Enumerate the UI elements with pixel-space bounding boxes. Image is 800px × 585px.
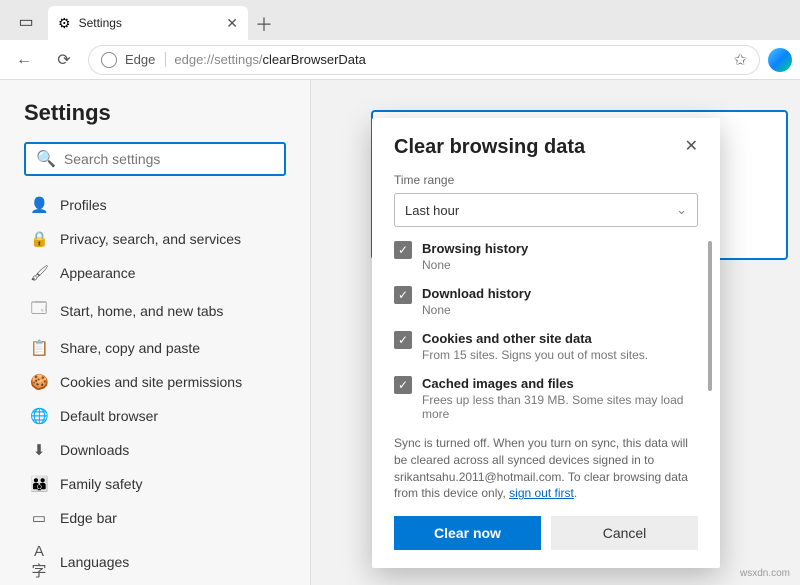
checkbox[interactable]: ✓ bbox=[394, 331, 412, 349]
tab-actions-icon[interactable]: ▭ bbox=[8, 4, 44, 40]
sidebar-item-6[interactable]: 🌐 Default browser bbox=[24, 399, 286, 433]
sidebar-item-2[interactable]: 🖌 Appearance bbox=[24, 256, 286, 290]
sidebar-item-label: Share, copy and paste bbox=[60, 340, 200, 356]
sidebar-item-icon: A字 bbox=[30, 543, 48, 581]
sidebar-item-label: Languages bbox=[60, 554, 129, 570]
cancel-button[interactable]: Cancel bbox=[551, 516, 698, 550]
option-title: Browsing history bbox=[422, 241, 528, 256]
search-input[interactable] bbox=[64, 151, 274, 167]
sidebar-item-label: Downloads bbox=[60, 442, 129, 458]
checkbox[interactable]: ✓ bbox=[394, 241, 412, 259]
tab-title: Settings bbox=[79, 16, 219, 30]
sidebar-item-10[interactable]: A字 Languages bbox=[24, 535, 286, 585]
sidebar-item-label: Privacy, search, and services bbox=[60, 231, 241, 247]
clear-now-button[interactable]: Clear now bbox=[394, 516, 541, 550]
sidebar-item-1[interactable]: 🔒 Privacy, search, and services bbox=[24, 222, 286, 256]
browser-tab[interactable]: ⚙ Settings ✕ bbox=[48, 6, 248, 40]
browser-toolbar: ← ⟳ Edge edge://settings/clearBrowserDat… bbox=[0, 40, 800, 80]
sign-out-link[interactable]: sign out first bbox=[509, 486, 574, 500]
content-area: Settings 🔍 👤 Profiles 🔒 Privacy, search, an… bbox=[0, 80, 800, 585]
sidebar-item-3[interactable]: 🗔 Start, home, and new tabs bbox=[24, 290, 286, 331]
page-title: Settings bbox=[24, 100, 286, 126]
option-subtitle: Frees up less than 319 MB. Some sites ma… bbox=[422, 393, 698, 421]
sidebar-item-7[interactable]: ⬇ Downloads bbox=[24, 433, 286, 467]
option-subtitle: None bbox=[422, 258, 528, 272]
settings-nav: 👤 Profiles 🔒 Privacy, search, and services 🖌… bbox=[24, 188, 286, 585]
sidebar-item-label: Family safety bbox=[60, 476, 142, 492]
sidebar-item-icon: 👪 bbox=[30, 475, 48, 493]
sidebar-item-icon: ▭ bbox=[30, 509, 48, 527]
checkbox[interactable]: ✓ bbox=[394, 286, 412, 304]
sidebar-item-label: Default browser bbox=[60, 408, 158, 424]
option-title: Cached images and files bbox=[422, 376, 698, 391]
settings-sidebar: Settings 🔍 👤 Profiles 🔒 Privacy, search, an… bbox=[0, 80, 310, 585]
sync-note: Sync is turned off. When you turn on syn… bbox=[394, 435, 698, 502]
option-subtitle: From 15 sites. Signs you out of most sit… bbox=[422, 348, 648, 362]
sidebar-item-icon: 🖌 bbox=[30, 264, 48, 282]
dialog-layer: Clear browsing data ✕ Time range Last ho… bbox=[311, 80, 800, 585]
option-title: Download history bbox=[422, 286, 531, 301]
back-button[interactable]: ← bbox=[8, 44, 40, 76]
data-type-list: ✓ Browsing history None ✓ Download history No… bbox=[394, 241, 698, 421]
data-type-row: ✓ Cached images and files Frees up less th… bbox=[394, 376, 698, 421]
gear-icon: ⚙ bbox=[58, 15, 71, 32]
data-type-row: ✓ Download history None bbox=[394, 286, 698, 317]
profile-avatar[interactable] bbox=[768, 48, 792, 72]
close-dialog-icon[interactable]: ✕ bbox=[685, 136, 698, 156]
sidebar-item-4[interactable]: 📋 Share, copy and paste bbox=[24, 331, 286, 365]
settings-main: Clear browsing data ✕ Time range Last ho… bbox=[310, 80, 800, 585]
option-title: Cookies and other site data bbox=[422, 331, 648, 346]
watermark: wsxdn.com bbox=[740, 568, 790, 579]
sidebar-item-label: Profiles bbox=[60, 197, 107, 213]
sidebar-item-9[interactable]: ▭ Edge bar bbox=[24, 501, 286, 535]
clear-browsing-data-dialog: Clear browsing data ✕ Time range Last ho… bbox=[372, 118, 720, 568]
dialog-title: Clear browsing data bbox=[394, 136, 585, 159]
edge-logo-icon bbox=[101, 52, 117, 68]
sidebar-item-icon: 🔒 bbox=[30, 230, 48, 248]
time-range-label: Time range bbox=[394, 173, 698, 187]
edge-label: Edge bbox=[125, 52, 166, 67]
sidebar-item-label: Cookies and site permissions bbox=[60, 374, 242, 390]
sidebar-item-0[interactable]: 👤 Profiles bbox=[24, 188, 286, 222]
sidebar-item-icon: 🌐 bbox=[30, 407, 48, 425]
sidebar-item-icon: 🗔 bbox=[30, 298, 48, 323]
option-subtitle: None bbox=[422, 303, 531, 317]
favorite-icon[interactable]: ✩ bbox=[734, 50, 747, 70]
sidebar-item-icon: 🍪 bbox=[30, 373, 48, 391]
search-settings-box[interactable]: 🔍 bbox=[24, 142, 286, 176]
close-tab-icon[interactable]: ✕ bbox=[226, 15, 238, 32]
new-tab-button[interactable]: ＋ bbox=[248, 8, 280, 40]
sidebar-item-icon: 📋 bbox=[30, 339, 48, 357]
sidebar-item-5[interactable]: 🍪 Cookies and site permissions bbox=[24, 365, 286, 399]
refresh-button[interactable]: ⟳ bbox=[48, 44, 80, 76]
time-range-select[interactable]: Last hour ⌄ bbox=[394, 193, 698, 227]
data-type-row: ✓ Browsing history None bbox=[394, 241, 698, 272]
sidebar-item-label: Appearance bbox=[60, 265, 136, 281]
address-bar[interactable]: Edge edge://settings/clearBrowserData ✩ bbox=[88, 45, 760, 75]
data-type-row: ✓ Cookies and other site data From 15 site… bbox=[394, 331, 698, 362]
sidebar-item-label: Edge bar bbox=[60, 510, 117, 526]
sidebar-item-8[interactable]: 👪 Family safety bbox=[24, 467, 286, 501]
checkbox[interactable]: ✓ bbox=[394, 376, 412, 394]
sidebar-item-icon: ⬇ bbox=[30, 441, 48, 459]
url-text: edge://settings/clearBrowserData bbox=[174, 52, 366, 67]
sidebar-item-icon: 👤 bbox=[30, 196, 48, 214]
title-bar: ▭ ⚙ Settings ✕ ＋ bbox=[0, 0, 800, 40]
sidebar-item-label: Start, home, and new tabs bbox=[60, 303, 223, 319]
search-icon: 🔍 bbox=[36, 149, 56, 169]
time-range-value: Last hour bbox=[405, 203, 459, 218]
scrollbar-thumb[interactable] bbox=[708, 241, 712, 391]
chevron-down-icon: ⌄ bbox=[676, 202, 687, 218]
